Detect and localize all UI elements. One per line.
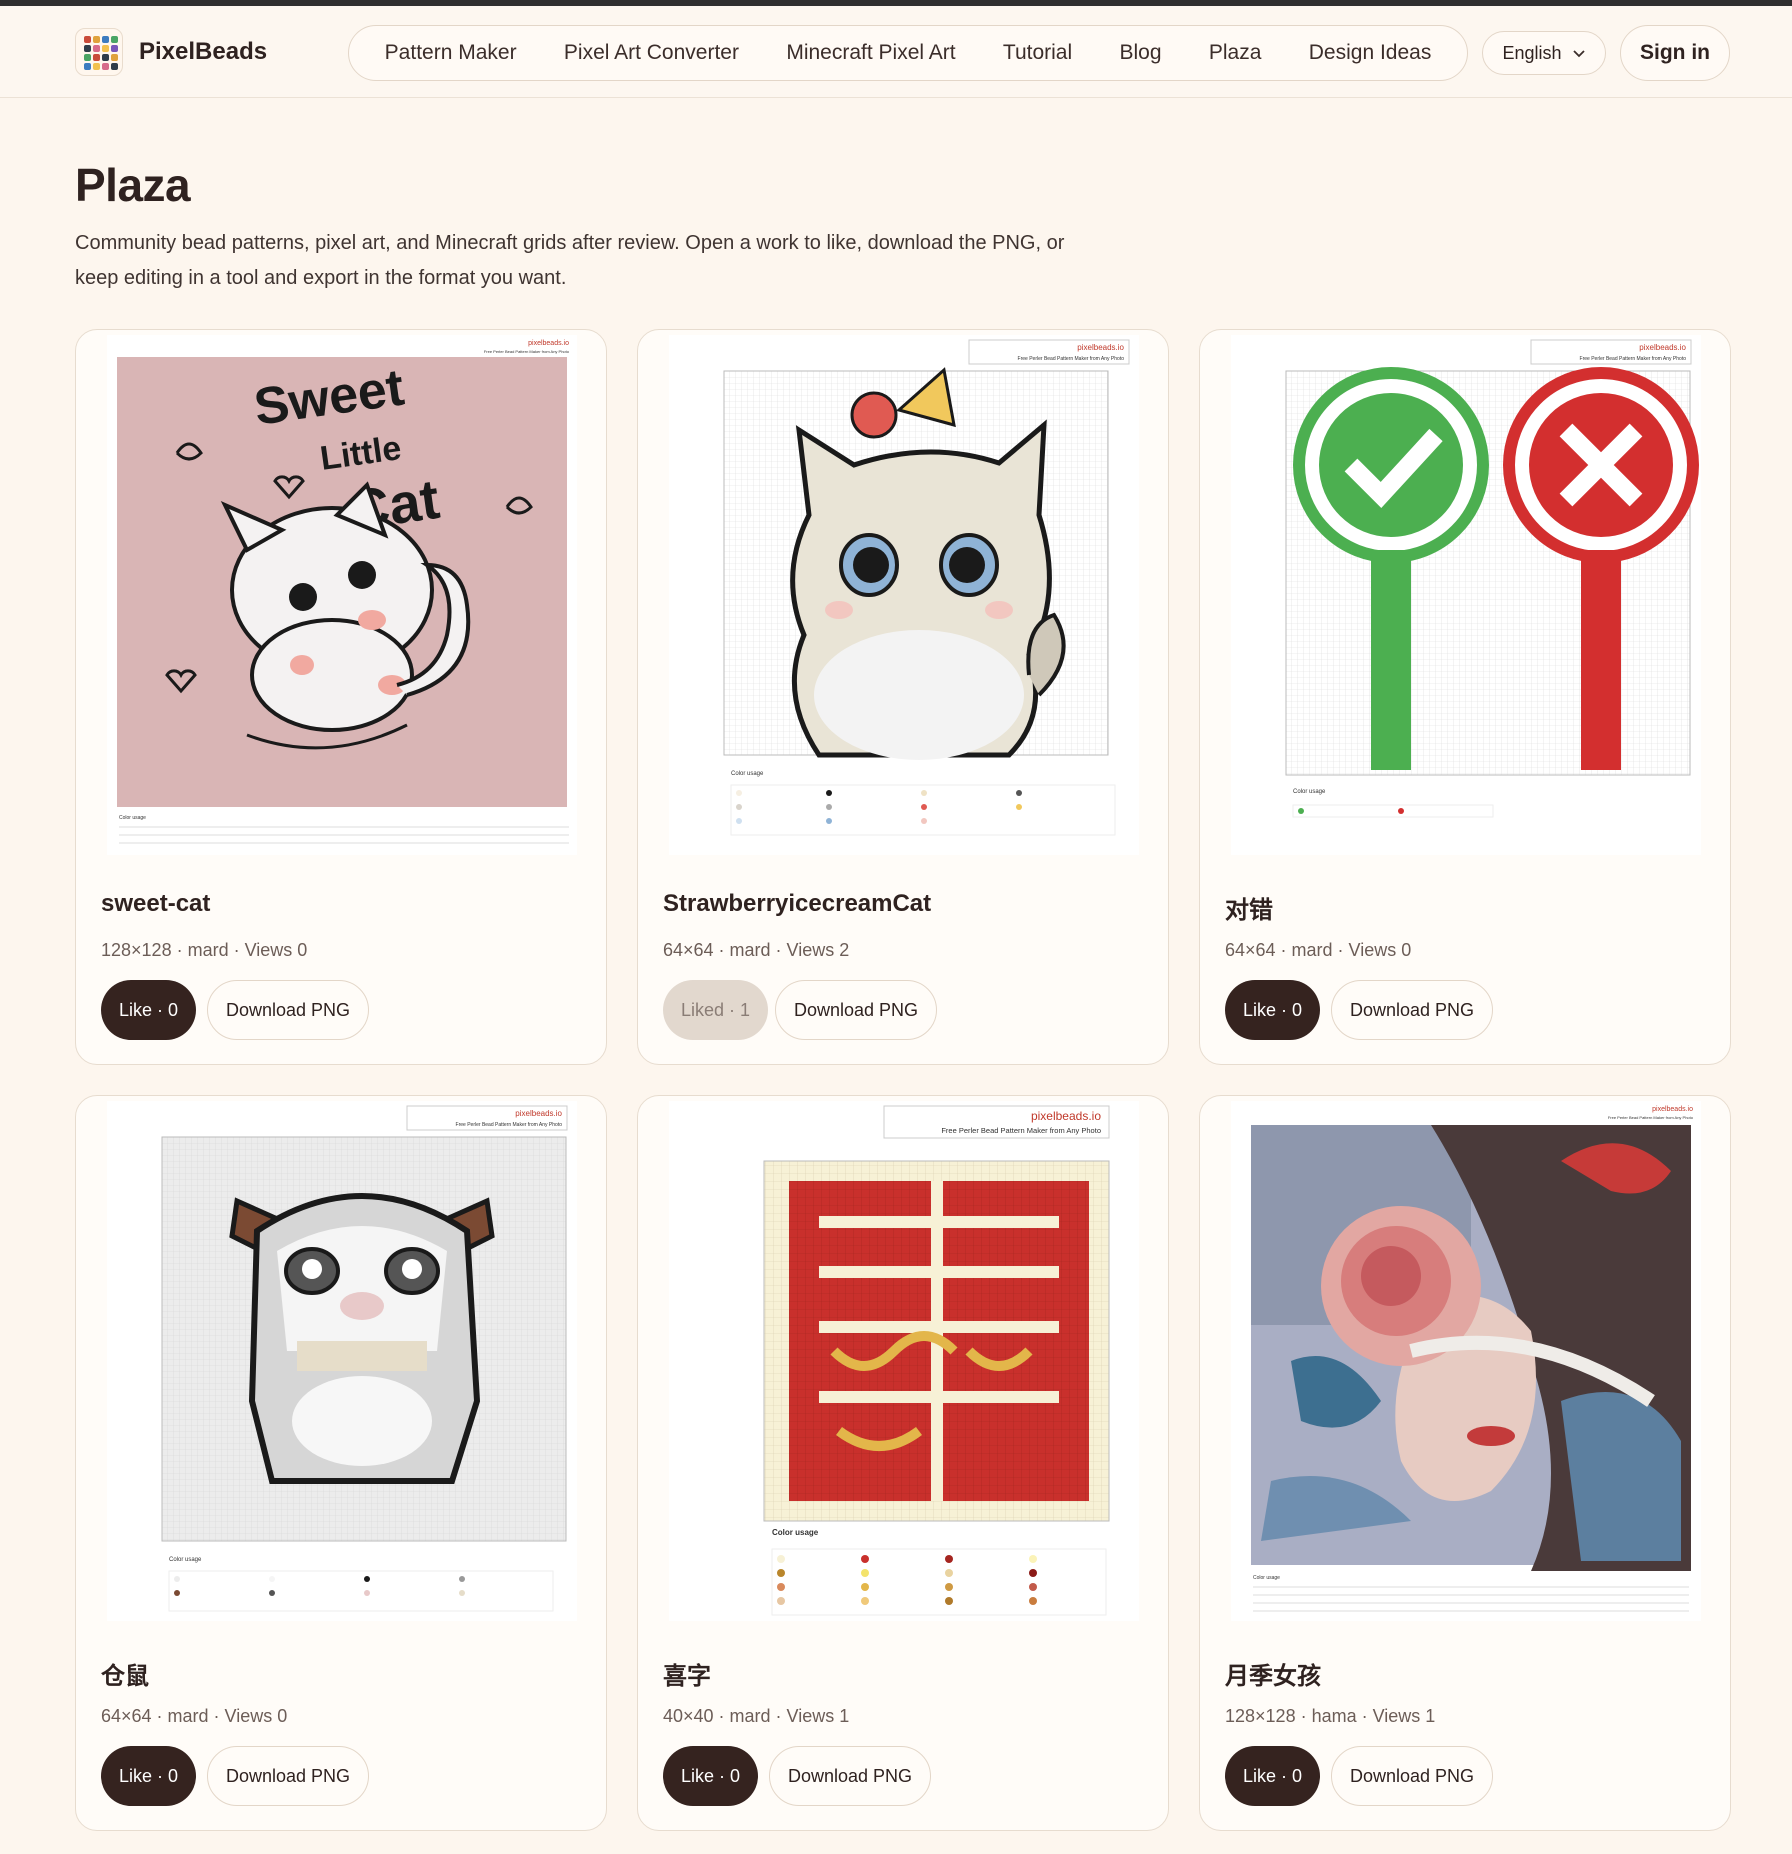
svg-text:pixelbeads.io: pixelbeads.io [515, 1109, 562, 1118]
svg-text:pixelbeads.io: pixelbeads.io [528, 340, 569, 347]
svg-text:Color usage: Color usage [1253, 1575, 1280, 1581]
download-png-button[interactable]: Download PNG [775, 980, 938, 1040]
language-select[interactable]: English [1482, 31, 1606, 75]
nav-tutorial[interactable]: Tutorial [1003, 41, 1072, 65]
work-preview-image[interactable]: pixelbeads.io Free Perler Bead Pattern M… [76, 330, 606, 860]
svg-text:Free Perler Bead Pattern Maker: Free Perler Bead Pattern Maker from Any … [941, 1126, 1101, 1135]
nav-minecraft-pixel-art[interactable]: Minecraft Pixel Art [786, 41, 955, 65]
bead-pattern-preview: pixelbeads.io Free Perler Bead Pattern M… [1231, 1101, 1701, 1621]
svg-text:Free Perler Bead Pattern Maker: Free Perler Bead Pattern Maker from Any … [1018, 356, 1125, 362]
nav-pixel-art-converter[interactable]: Pixel Art Converter [564, 41, 739, 65]
svg-text:Free Perler Bead Pattern Maker: Free Perler Bead Pattern Maker from Any … [1608, 1115, 1694, 1120]
work-card[interactable]: pixelbeads.io Free Perler Bead Pattern M… [637, 1095, 1169, 1831]
nav-blog[interactable]: Blog [1120, 41, 1162, 65]
work-card[interactable]: pixelbeads.io Free Perler Bead Pattern M… [1199, 329, 1731, 1065]
works-grid: pixelbeads.io Free Perler Bead Pattern M… [75, 329, 1731, 1831]
svg-text:Color usage: Color usage [731, 771, 764, 777]
work-title[interactable]: StrawberryicecreamCat [663, 890, 931, 918]
like-button[interactable]: Like · 0 [1225, 1746, 1321, 1806]
like-button[interactable]: Like · 0 [101, 1746, 197, 1806]
svg-text:Free Perler Bead Pattern Maker: Free Perler Bead Pattern Maker from Any … [1580, 356, 1687, 362]
chevron-down-icon [1572, 50, 1585, 58]
svg-text:Color usage: Color usage [1293, 789, 1326, 795]
work-card[interactable]: pixelbeads.io Free Perler Bead Pattern M… [75, 1095, 607, 1831]
work-meta: 64×64 · mard · Views 2 [663, 940, 850, 960]
page-title: Plaza [75, 159, 191, 211]
work-card[interactable]: pixelbeads.io Free Perler Bead Pattern M… [637, 329, 1169, 1065]
work-meta: 128×128 · mard · Views 0 [101, 940, 308, 960]
svg-text:Color usage: Color usage [169, 1557, 202, 1563]
pixelbeads-logo-icon [75, 28, 123, 76]
work-title[interactable]: 对错 [1225, 890, 1273, 925]
download-png-button[interactable]: Download PNG [1331, 980, 1494, 1040]
work-preview-image[interactable]: pixelbeads.io Free Perler Bead Pattern M… [1200, 1096, 1730, 1626]
bead-pattern-preview: pixelbeads.io Free Perler Bead Pattern M… [107, 335, 577, 855]
download-png-button[interactable]: Download PNG [207, 980, 370, 1040]
svg-text:Free Perler Bead Pattern Maker: Free Perler Bead Pattern Maker from Any … [456, 1122, 563, 1128]
svg-text:Free Perler Bead Pattern Maker: Free Perler Bead Pattern Maker from Any … [484, 349, 570, 354]
bead-pattern-preview: pixelbeads.io Free Perler Bead Pattern M… [1231, 335, 1701, 855]
svg-text:Color usage: Color usage [119, 815, 146, 821]
download-png-button[interactable]: Download PNG [207, 1746, 370, 1806]
work-preview-image[interactable]: pixelbeads.io Free Perler Bead Pattern M… [76, 1096, 606, 1626]
svg-text:Color usage: Color usage [772, 1528, 819, 1537]
download-png-button[interactable]: Download PNG [769, 1746, 932, 1806]
brand-name: PixelBeads [139, 38, 268, 65]
work-preview-image[interactable]: pixelbeads.io Free Perler Bead Pattern M… [1200, 330, 1730, 860]
page-description: Community bead patterns, pixel art, and … [75, 232, 1065, 289]
nav-pattern-maker[interactable]: Pattern Maker [385, 41, 517, 65]
work-card[interactable]: pixelbeads.io Free Perler Bead Pattern M… [1199, 1095, 1731, 1831]
work-preview-image[interactable]: pixelbeads.io Free Perler Bead Pattern M… [638, 1096, 1168, 1626]
work-meta: 64×64 · mard · Views 0 [101, 1706, 288, 1726]
work-title[interactable]: 月季女孩 [1225, 1656, 1321, 1691]
site-header: PixelBeads Pattern Maker Pixel Art Conve… [0, 6, 1792, 98]
work-meta: 64×64 · mard · Views 0 [1225, 940, 1412, 960]
language-label: English [1502, 42, 1562, 63]
nav-design-ideas[interactable]: Design Ideas [1309, 41, 1432, 65]
bead-pattern-preview: pixelbeads.io Free Perler Bead Pattern M… [107, 1101, 577, 1621]
work-meta: 40×40 · mard · Views 1 [663, 1706, 850, 1726]
like-button[interactable]: Like · 0 [1225, 980, 1321, 1040]
svg-text:pixelbeads.io: pixelbeads.io [1652, 1106, 1693, 1113]
svg-text:pixelbeads.io: pixelbeads.io [1077, 343, 1124, 352]
like-button[interactable]: Like · 0 [101, 980, 197, 1040]
bead-pattern-preview: pixelbeads.io Free Perler Bead Pattern M… [669, 335, 1139, 855]
svg-text:pixelbeads.io: pixelbeads.io [1639, 343, 1686, 352]
sign-in-button[interactable]: Sign in [1620, 25, 1730, 81]
main-nav: Pattern Maker Pixel Art Converter Minecr… [348, 25, 1468, 81]
like-button[interactable]: Like · 0 [663, 1746, 759, 1806]
work-card[interactable]: pixelbeads.io Free Perler Bead Pattern M… [75, 329, 607, 1065]
work-preview-image[interactable]: pixelbeads.io Free Perler Bead Pattern M… [638, 330, 1168, 860]
svg-text:pixelbeads.io: pixelbeads.io [1031, 1109, 1101, 1123]
nav-plaza[interactable]: Plaza [1209, 41, 1262, 65]
like-button[interactable]: Liked · 1 [663, 980, 769, 1040]
work-title[interactable]: sweet-cat [101, 890, 210, 918]
brand[interactable]: PixelBeads [75, 28, 267, 76]
work-title[interactable]: 喜字 [663, 1656, 711, 1691]
bead-pattern-preview: pixelbeads.io Free Perler Bead Pattern M… [669, 1101, 1139, 1621]
work-meta: 128×128 · hama · Views 1 [1225, 1706, 1436, 1726]
work-title[interactable]: 仓鼠 [101, 1656, 149, 1691]
download-png-button[interactable]: Download PNG [1331, 1746, 1494, 1806]
